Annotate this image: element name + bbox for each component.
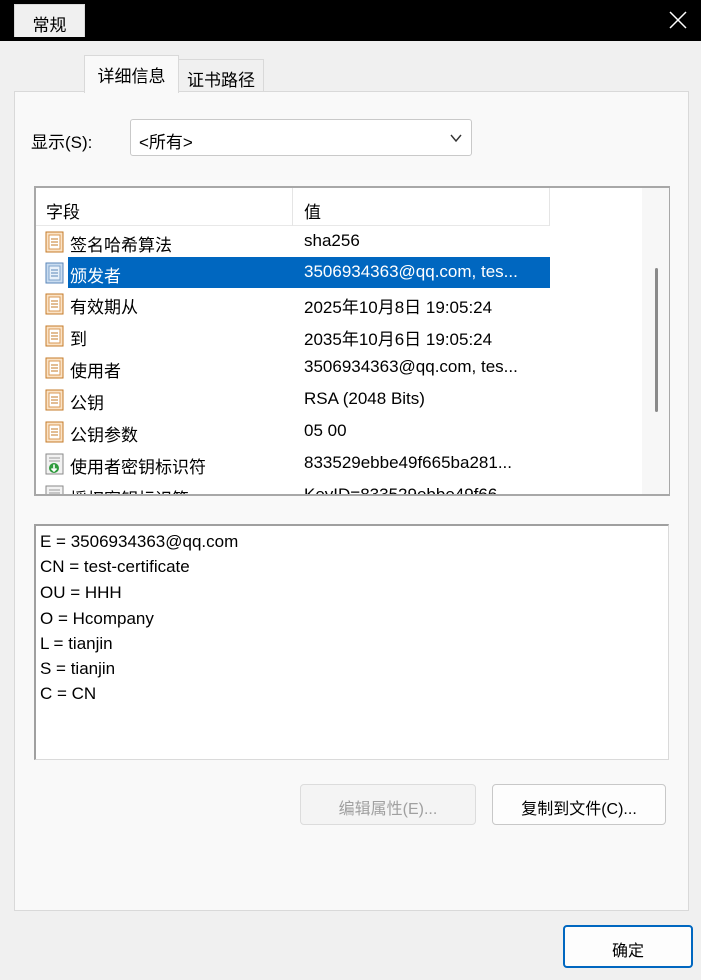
column-header-field[interactable]: 字段: [46, 198, 80, 223]
close-button[interactable]: [655, 0, 701, 41]
tab-certification-path[interactable]: 证书路径: [178, 59, 264, 92]
list-item-selected[interactable]: 颁发者 3506934363@qq.com, tes...: [36, 257, 636, 288]
list-item[interactable]: 到 2035年10月6日 19:05:24: [36, 320, 636, 351]
tab-general-label: 常规: [32, 16, 67, 35]
chevron-down-icon: [449, 130, 463, 150]
ok-label: 确定: [611, 943, 644, 960]
list-item[interactable]: 使用者密钥标识符 833529ebbe49f665ba281...: [36, 448, 636, 479]
tab-general[interactable]: 常规: [14, 4, 85, 37]
list-header: 字段 值: [36, 188, 550, 226]
field-name: 颁发者: [70, 267, 121, 286]
field-name: 公钥: [70, 394, 104, 413]
list-item[interactable]: 签名哈希算法 sha256: [36, 226, 636, 257]
field-value: 833529ebbe49f665ba281...: [304, 453, 512, 472]
detail-line: O = Hcompany: [40, 609, 154, 628]
property-icon: [44, 388, 66, 412]
field-name: 有效期从: [70, 298, 138, 317]
list-item[interactable]: 有效期从 2025年10月8日 19:05:24: [36, 288, 636, 319]
detail-line: L = tianjin: [40, 634, 113, 653]
column-divider: [292, 188, 293, 226]
title-bar: 证书: [0, 0, 701, 41]
field-name: 使用者密钥标识符: [70, 458, 206, 477]
field-name: 公钥参数: [70, 426, 138, 445]
extension-icon: [44, 484, 66, 494]
field-value: 05 00: [304, 421, 347, 440]
property-icon: [44, 324, 66, 348]
property-icon: [44, 261, 66, 285]
property-icon: [44, 230, 66, 254]
edit-properties-label: 编辑属性(E)...: [338, 801, 438, 818]
copy-to-file-button[interactable]: 复制到文件(C)...: [492, 784, 666, 825]
tab-details[interactable]: 详细信息: [84, 55, 179, 93]
field-detail-box[interactable]: E = 3506934363@qq.com CN = test-certific…: [34, 524, 669, 760]
field-name: 到: [70, 330, 87, 349]
detail-line: C = CN: [40, 684, 97, 703]
close-icon: [669, 11, 687, 29]
property-icon: [44, 420, 66, 444]
field-name: 使用者: [70, 362, 121, 381]
detail-line: CN = test-certificate: [40, 557, 190, 576]
tab-details-label: 详细信息: [97, 67, 166, 86]
field-value: RSA (2048 Bits): [304, 389, 425, 408]
tab-certification-path-label: 证书路径: [187, 71, 255, 90]
field-value: 2035年10月6日 19:05:24: [304, 330, 493, 349]
list-item[interactable]: 公钥 RSA (2048 Bits): [36, 384, 636, 415]
ok-button[interactable]: 确定: [563, 925, 693, 968]
fields-list[interactable]: 字段 值 签名哈希算法 sha256 颁发者 3506934363@qq.com…: [34, 186, 670, 496]
copy-to-file-label: 复制到文件(C)...: [521, 801, 637, 818]
edit-properties-button[interactable]: 编辑属性(E)...: [300, 784, 476, 825]
detail-line: OU = HHH: [40, 583, 122, 602]
field-value: sha256: [304, 231, 360, 250]
column-divider: [549, 188, 550, 226]
list-item[interactable]: 使用者 3506934363@qq.com, tes...: [36, 352, 636, 383]
field-value: 2025年10月8日 19:05:24: [304, 298, 493, 317]
detail-line: S = tianjin: [40, 659, 116, 678]
show-dropdown-value: <所有>: [139, 133, 193, 152]
property-icon: [44, 356, 66, 380]
field-value: 3506934363@qq.com, tes...: [304, 262, 518, 281]
field-name: 签名哈希算法: [70, 236, 172, 255]
list-scrollbar[interactable]: [642, 188, 669, 494]
show-label: 显示(S):: [31, 133, 93, 152]
column-header-value[interactable]: 值: [304, 198, 321, 223]
field-value: 3506934363@qq.com, tes...: [304, 357, 518, 376]
show-dropdown[interactable]: <所有>: [130, 119, 472, 156]
field-name: 授权密钥标识符: [70, 485, 290, 494]
property-icon: [44, 292, 66, 316]
field-value: KeyID=833529ebbe49f66...: [304, 485, 512, 496]
extension-icon: [44, 452, 66, 476]
scrollbar-thumb[interactable]: [655, 268, 658, 412]
list-item[interactable]: 公钥参数 05 00: [36, 416, 636, 447]
list-item[interactable]: 授权密钥标识符 KeyID=833529ebbe49f66...: [36, 480, 636, 496]
detail-line: E = 3506934363@qq.com: [40, 532, 239, 551]
